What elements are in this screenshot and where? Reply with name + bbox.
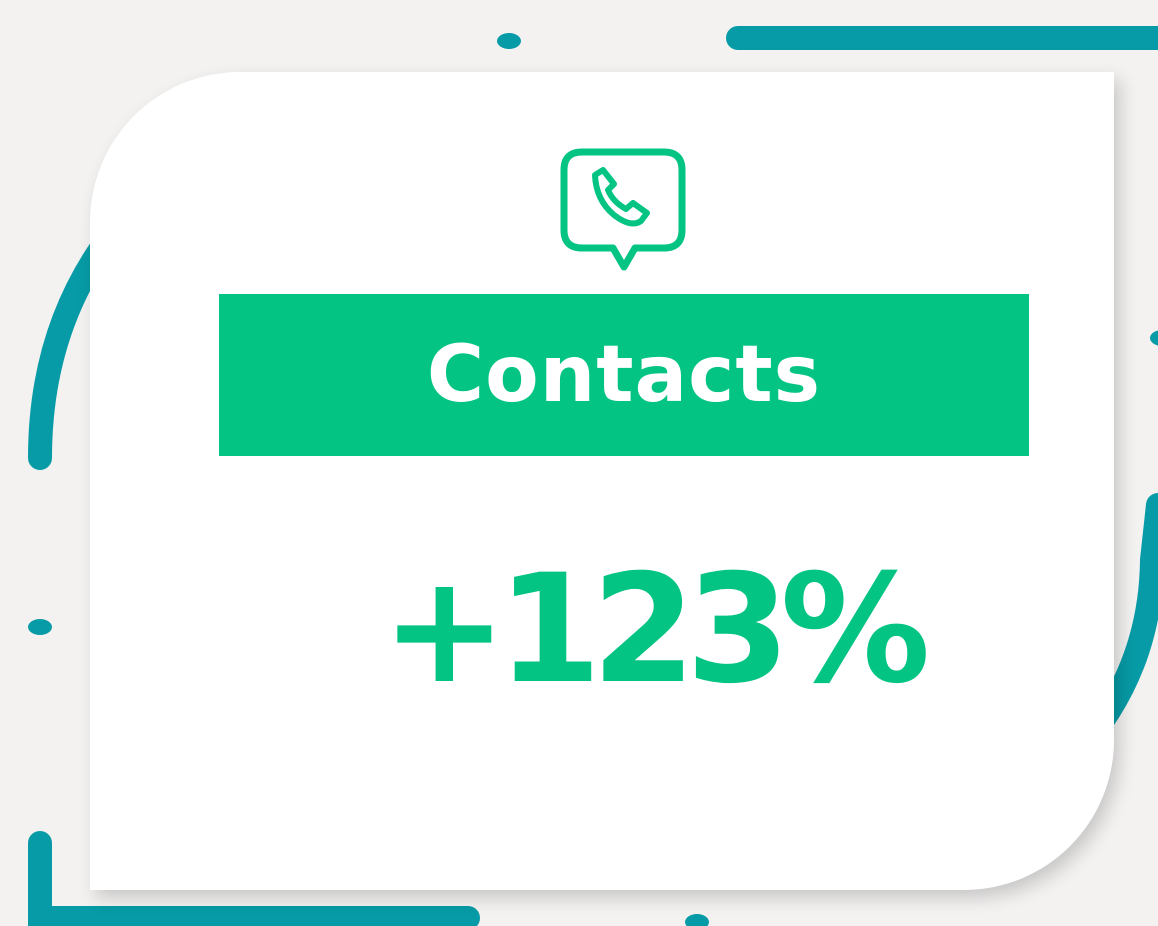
- stat-value: +123%: [381, 543, 930, 717]
- card-title: Contacts: [426, 330, 822, 420]
- phone-chat-icon: [558, 148, 688, 274]
- dot-left: [28, 619, 52, 635]
- dot-bottom: [685, 914, 709, 926]
- stat-value-box: +123%: [219, 545, 1083, 715]
- dot-right: [1150, 330, 1158, 346]
- title-banner: Contacts: [219, 294, 1029, 456]
- dot-top: [497, 33, 521, 49]
